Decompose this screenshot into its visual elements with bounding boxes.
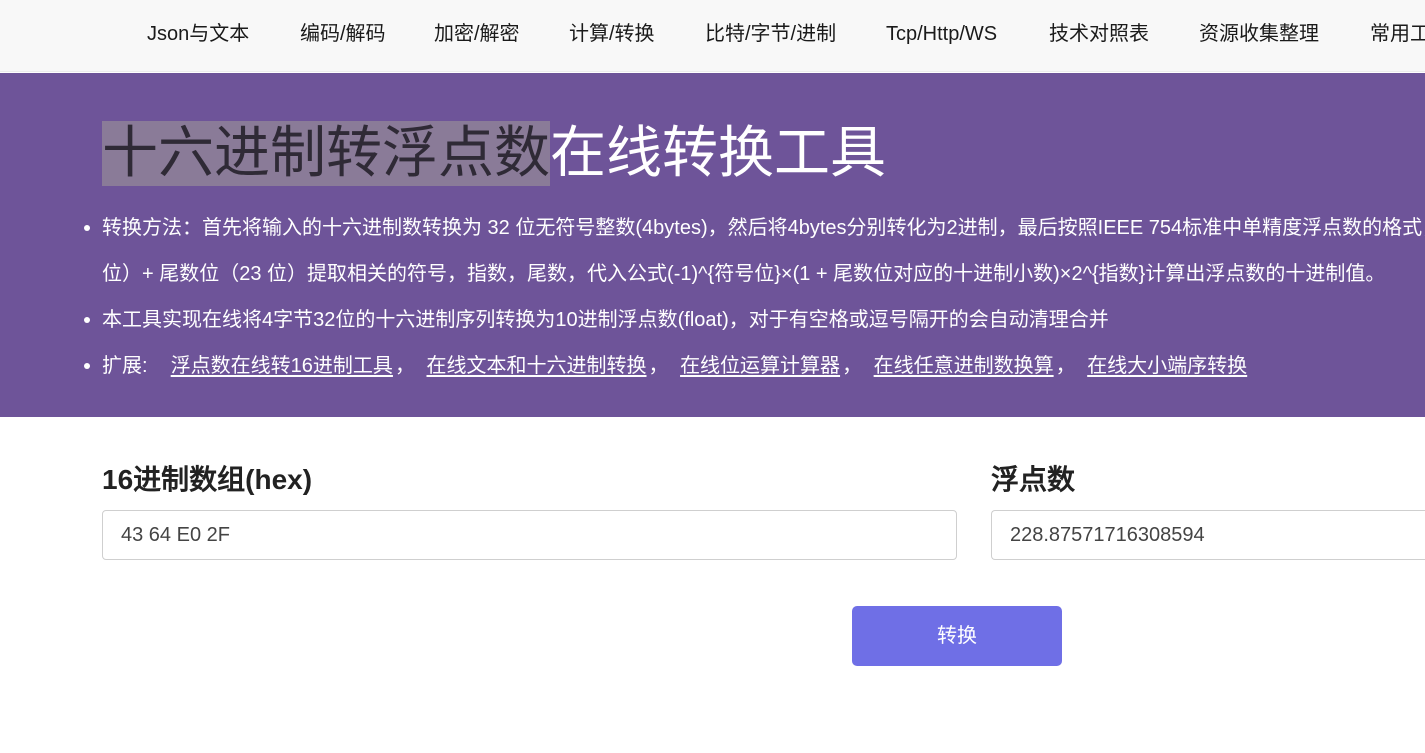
nav-item-tech-reference[interactable]: 技术对照表 [1049, 20, 1149, 48]
float-output-label: 浮点数 [991, 464, 1076, 495]
nav-item-json-text[interactable]: Json与文本 [147, 20, 249, 48]
info-list: 转换方法：首先将输入的十六进制数转换为 32 位无符号整数(4bytes)，然后… [84, 205, 1425, 389]
hex-input-label: 16进制数组(hex) [102, 464, 313, 495]
nav-item-bit-byte-radix[interactable]: 比特/字节/进制 [705, 20, 836, 48]
link-endianness-convert[interactable]: 在线大小端序转换 [1087, 355, 1247, 377]
bullet-dot [84, 225, 90, 231]
bullet-dot [84, 363, 90, 369]
link-separator: ， [842, 355, 863, 377]
nav-item-encode-decode[interactable]: 编码/解码 [300, 20, 386, 48]
nav-item-calc-convert[interactable]: 计算/转换 [569, 20, 655, 48]
info-item-extensions: 扩展: 浮点数在线转16进制工具， 在线文本和十六进制转换， 在线位运算计算器，… [84, 343, 1425, 389]
nav-item-resources[interactable]: 资源收集整理 [1199, 20, 1319, 48]
info-item-description: 本工具实现在线将4字节32位的十六进制序列转换为10进制浮点数(float)，对… [84, 297, 1425, 343]
nav-item-common-tools[interactable]: 常用工具 [1370, 20, 1425, 48]
top-nav: Json与文本 编码/解码 加密/解密 计算/转换 比特/字节/进制 Tcp/H… [0, 0, 1425, 72]
float-output-field[interactable] [991, 510, 1425, 560]
link-float-to-hex[interactable]: 浮点数在线转16进制工具 [171, 355, 393, 377]
link-bitwise-calculator[interactable]: 在线位运算计算器 [680, 355, 840, 377]
extensions-prefix: 扩展: [102, 355, 148, 377]
page-title-rest: 在线转换工具 [550, 121, 886, 186]
link-text-hex-convert[interactable]: 在线文本和十六进制转换 [427, 355, 647, 377]
info-item-method: 转换方法：首先将输入的十六进制数转换为 32 位无符号整数(4bytes)，然后… [84, 205, 1425, 297]
hex-input[interactable] [102, 510, 957, 560]
link-separator: ， [1055, 355, 1076, 377]
hero-banner: 十六进制转浮点数在线转换工具 转换方法：首先将输入的十六进制数转换为 32 位无… [0, 73, 1425, 417]
nav-item-encrypt-decrypt[interactable]: 加密/解密 [434, 20, 520, 48]
bullet-dot [84, 317, 90, 323]
nav-item-tcp-http-ws[interactable]: Tcp/Http/WS [886, 20, 997, 48]
description-text: 本工具实现在线将4字节32位的十六进制序列转换为10进制浮点数(float)，对… [102, 309, 1109, 331]
method-line-2: 位）+ 尾数位（23 位）提取相关的符号，指数，尾数，代入公式(-1)^{符号位… [102, 263, 1386, 285]
method-line-1: 转换方法：首先将输入的十六进制数转换为 32 位无符号整数(4bytes)，然后… [102, 217, 1425, 239]
link-radix-converter[interactable]: 在线任意进制数换算 [874, 355, 1054, 377]
page-title-highlight: 十六进制转浮点数 [102, 121, 550, 186]
page-title: 十六进制转浮点数在线转换工具 [102, 121, 886, 186]
link-separator: ， [394, 355, 415, 377]
link-separator: ， [648, 355, 669, 377]
convert-button[interactable]: 转换 [852, 606, 1062, 666]
